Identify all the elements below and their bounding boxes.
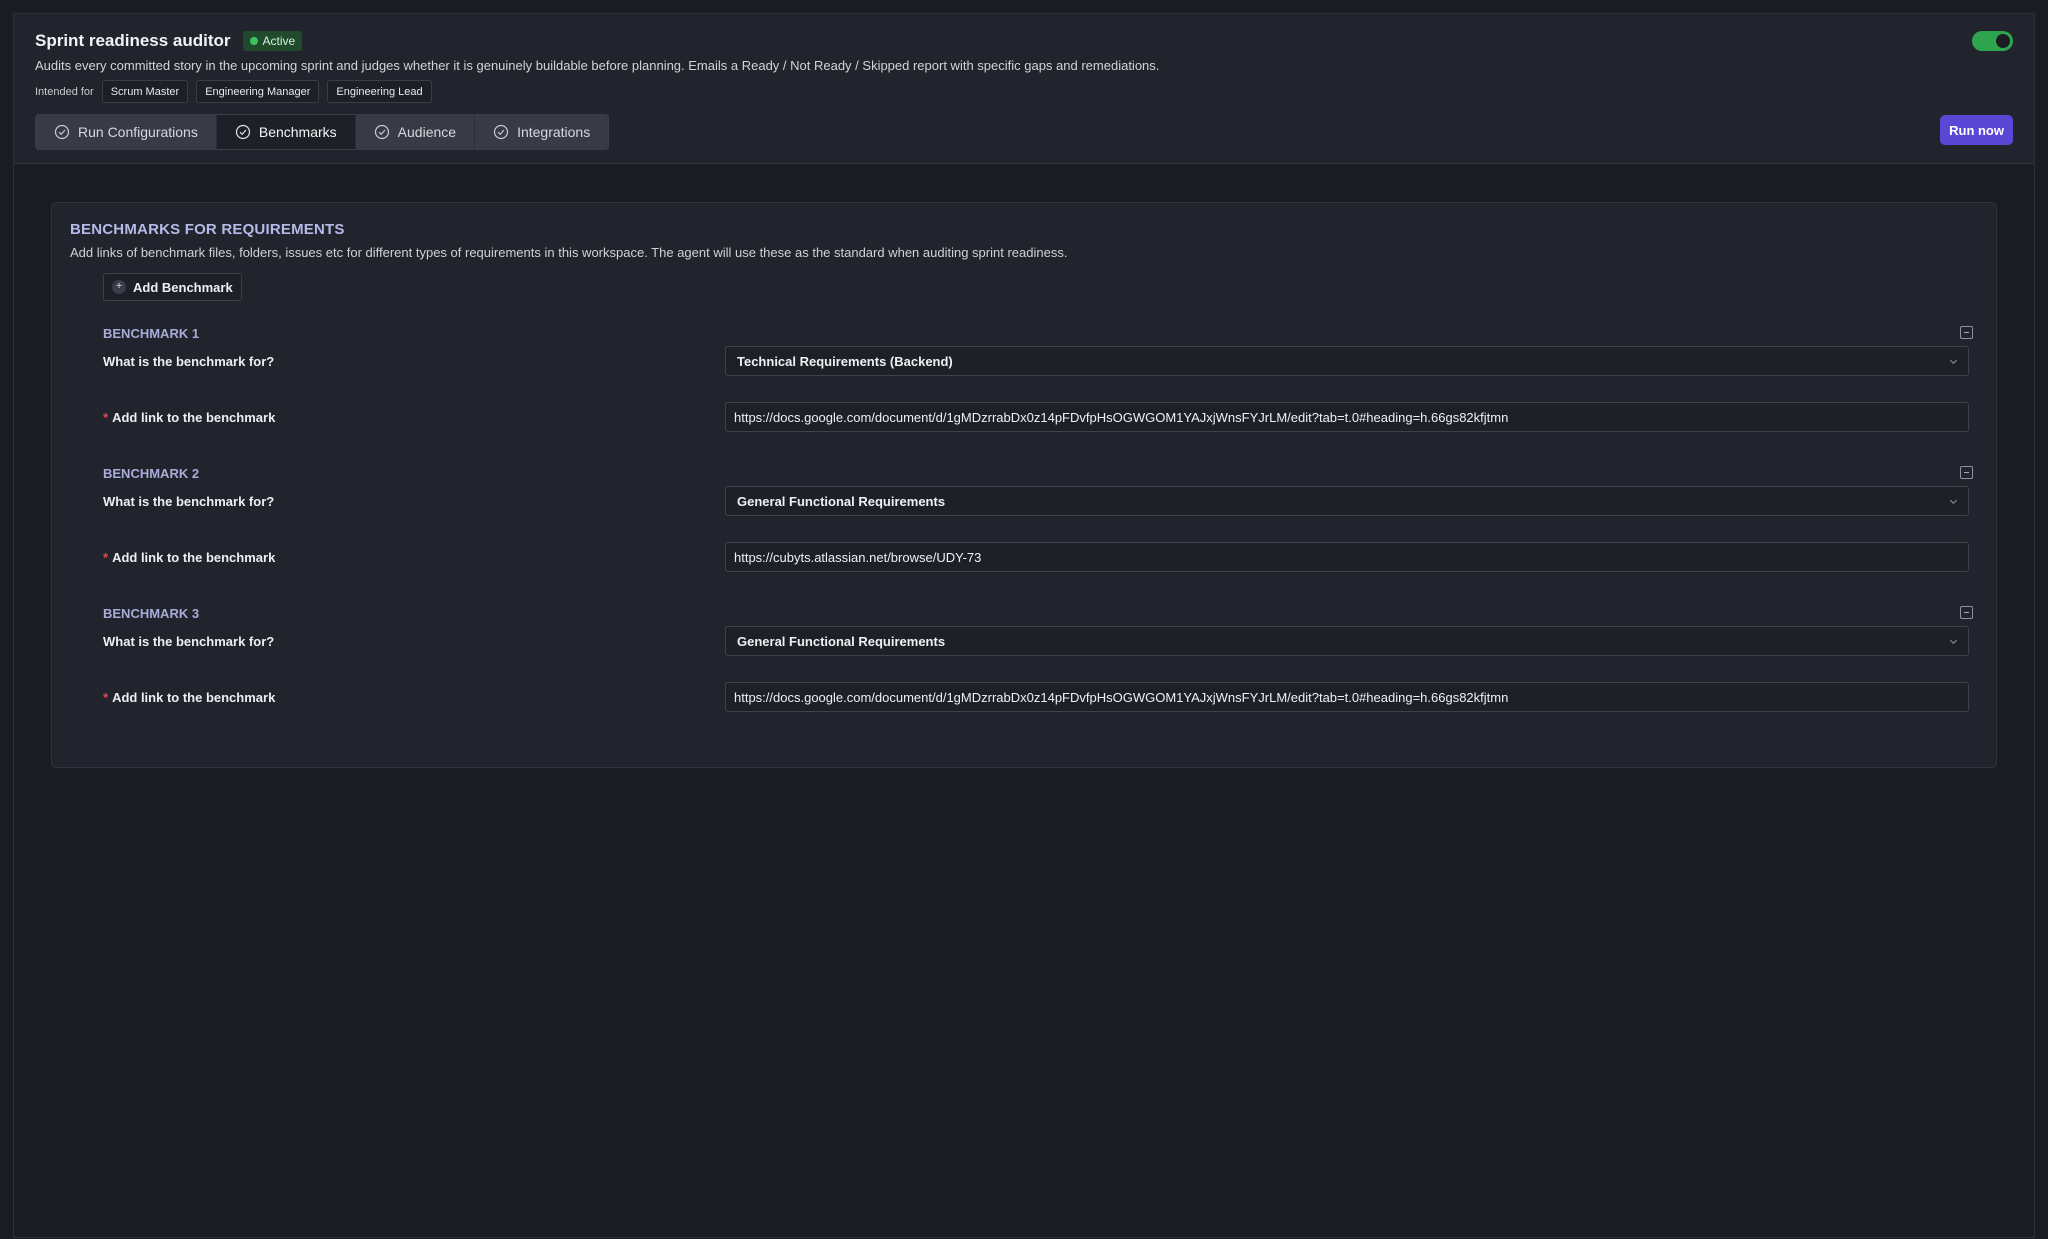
collapse-icon[interactable] — [1960, 326, 1973, 339]
required-marker: * — [103, 410, 109, 425]
agent-description: Audits every committed story in the upco… — [35, 58, 1160, 73]
toggle-knob — [1996, 34, 2010, 48]
tab-label: Run Configurations — [78, 124, 198, 140]
page-title: Sprint readiness auditor — [35, 31, 231, 50]
benchmark-type-label: What is the benchmark for? — [103, 354, 275, 369]
plus-icon: + — [112, 280, 126, 294]
agent-enabled-toggle[interactable] — [1972, 31, 2013, 51]
tab-label: Audience — [397, 124, 457, 140]
status-label: Active — [262, 34, 296, 48]
tab-bar: Run Configurations Benchmarks Audience I… — [35, 114, 610, 150]
check-circle-icon — [493, 124, 509, 140]
selected-value: Technical Requirements (Backend) — [737, 353, 953, 369]
benchmark-item: BENCHMARK 3 What is the benchmark for? G… — [103, 606, 1973, 742]
collapse-icon[interactable] — [1960, 606, 1973, 619]
audience-chip: Engineering Manager — [196, 80, 320, 103]
required-marker: * — [103, 690, 109, 705]
tab-audience[interactable]: Audience — [356, 115, 476, 149]
benchmark-link-input[interactable] — [725, 402, 1969, 432]
link-label-text: Add link to the benchmark — [112, 550, 276, 565]
chevron-down-icon — [1949, 359, 1958, 365]
tab-integrations[interactable]: Integrations — [475, 115, 608, 149]
benchmark-link-label: * Add link to the benchmark — [103, 410, 275, 425]
selected-value: General Functional Requirements — [737, 633, 946, 649]
benchmark-type-select[interactable]: General Functional Requirements — [725, 486, 1969, 516]
benchmark-type-select[interactable]: General Functional Requirements — [725, 626, 1969, 656]
benchmark-heading: BENCHMARK 2 — [103, 466, 200, 481]
benchmark-link-input[interactable] — [725, 682, 1969, 712]
link-label-text: Add link to the benchmark — [112, 690, 276, 705]
chevron-down-icon — [1949, 639, 1958, 645]
required-marker: * — [103, 550, 109, 565]
check-circle-icon — [235, 124, 250, 140]
benchmark-link-input[interactable] — [725, 542, 1969, 572]
check-circle-icon — [374, 124, 389, 140]
audience-chip: Scrum Master — [101, 80, 189, 103]
link-label-text: Add link to the benchmark — [112, 410, 276, 425]
benchmark-heading: BENCHMARK 1 — [103, 326, 200, 341]
tab-run-configurations[interactable]: Run Configurations — [36, 115, 217, 149]
benchmark-type-label: What is the benchmark for? — [103, 494, 275, 509]
agent-header: Sprint readiness auditor Active Audits e… — [14, 14, 2034, 164]
selected-value: General Functional Requirements — [737, 493, 946, 509]
benchmark-type-label: What is the benchmark for? — [103, 634, 275, 649]
check-circle-icon — [54, 124, 70, 140]
benchmark-item: BENCHMARK 2 What is the benchmark for? G… — [103, 466, 1973, 602]
status-dot-icon — [249, 37, 258, 45]
tab-benchmarks[interactable]: Benchmarks — [216, 115, 356, 149]
intended-for-label: Intended for — [35, 85, 94, 98]
panel-subtitle: Add links of benchmark files, folders, i… — [70, 245, 1068, 260]
panel-title: BENCHMARKS FOR REQUIREMENTS — [70, 221, 345, 238]
benchmark-heading: BENCHMARK 3 — [103, 606, 200, 621]
title-row: Sprint readiness auditor Active — [35, 31, 303, 51]
add-benchmark-button[interactable]: + Add Benchmark — [103, 273, 242, 301]
app-frame: Sprint readiness auditor Active Audits e… — [13, 13, 2035, 1238]
tab-label: Integrations — [517, 124, 591, 140]
audience-chip: Engineering Lead — [327, 80, 432, 103]
tab-label: Benchmarks — [258, 124, 337, 140]
chevron-down-icon — [1949, 499, 1958, 505]
benchmark-type-select[interactable]: Technical Requirements (Backend) — [725, 346, 1969, 376]
benchmarks-panel: BENCHMARKS FOR REQUIREMENTS Add links of… — [51, 202, 1997, 768]
benchmark-item: BENCHMARK 1 What is the benchmark for? T… — [103, 326, 1973, 462]
benchmark-link-label: * Add link to the benchmark — [103, 690, 275, 705]
collapse-icon[interactable] — [1960, 466, 1973, 479]
status-badge: Active — [242, 31, 303, 51]
run-now-button[interactable]: Run now — [1940, 115, 2013, 145]
add-benchmark-label: Add Benchmark — [133, 279, 233, 295]
benchmark-link-label: * Add link to the benchmark — [103, 550, 275, 565]
audience-row: Intended for Scrum Master Engineering Ma… — [35, 80, 440, 103]
